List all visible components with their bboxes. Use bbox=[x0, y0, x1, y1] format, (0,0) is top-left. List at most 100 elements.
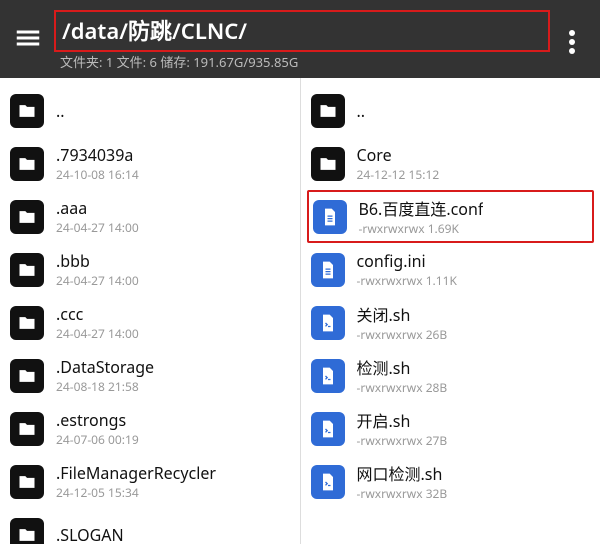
item-meta: 24-07-06 00:19 bbox=[56, 431, 139, 448]
folder-icon bbox=[17, 472, 37, 492]
item-meta: -rwxrwxrwx 28B bbox=[357, 379, 448, 396]
folder-icon bbox=[17, 313, 37, 333]
item-labels: Core24-12-12 15:12 bbox=[357, 144, 440, 183]
list-item[interactable]: .estrongs24-07-06 00:19 bbox=[6, 402, 294, 455]
document-icon bbox=[320, 207, 340, 227]
list-item[interactable]: .DataStorage24-08-18 21:58 bbox=[6, 349, 294, 402]
list-item[interactable]: Core24-12-12 15:12 bbox=[307, 137, 595, 190]
item-labels: config.ini-rwxrwxrwx 1.11K bbox=[357, 250, 457, 289]
item-labels: .bbb24-04-27 14:00 bbox=[56, 250, 139, 289]
overflow-button[interactable] bbox=[550, 20, 594, 64]
appbar: /data/防跳/CLNC/ 文件夹: 1 文件: 6 储存: 191.67G/… bbox=[0, 0, 600, 78]
list-item[interactable]: config.ini-rwxrwxrwx 1.11K bbox=[307, 243, 595, 296]
document-icon bbox=[318, 260, 338, 280]
item-meta: 24-04-27 14:00 bbox=[56, 219, 139, 236]
title-block: /data/防跳/CLNC/ 文件夹: 1 文件: 6 储存: 191.67G/… bbox=[54, 10, 550, 71]
folder-icon bbox=[318, 154, 338, 174]
list-item[interactable]: 检测.sh-rwxrwxrwx 28B bbox=[307, 349, 595, 402]
item-icon bbox=[10, 253, 44, 287]
folder-icon bbox=[17, 207, 37, 227]
path-text: /data/防跳/CLNC/ bbox=[62, 16, 247, 46]
list-item[interactable]: .aaa24-04-27 14:00 bbox=[6, 190, 294, 243]
item-labels: .SLOGAN bbox=[56, 524, 124, 544]
list-item[interactable]: .SLOGAN bbox=[6, 508, 294, 544]
list-item[interactable]: .. bbox=[6, 84, 294, 137]
item-icon bbox=[311, 306, 345, 340]
path-bar[interactable]: /data/防跳/CLNC/ bbox=[54, 10, 550, 52]
folder-icon bbox=[17, 101, 37, 121]
item-meta: -rwxrwxrwx 1.69K bbox=[359, 220, 484, 237]
item-labels: 检测.sh-rwxrwxrwx 28B bbox=[357, 355, 448, 396]
menu-button[interactable] bbox=[6, 16, 50, 60]
folder-icon bbox=[17, 154, 37, 174]
item-name: .bbb bbox=[56, 250, 139, 272]
folder-icon bbox=[17, 525, 37, 544]
item-name: Core bbox=[357, 144, 440, 166]
item-icon bbox=[311, 94, 345, 128]
item-icon bbox=[10, 465, 44, 499]
item-labels: .FileManagerRecycler24-12-05 15:34 bbox=[56, 462, 216, 501]
item-name: .. bbox=[56, 100, 65, 122]
item-meta: -rwxrwxrwx 26B bbox=[357, 326, 448, 343]
right-pane[interactable]: ..Core24-12-12 15:12B6.百度直连.conf-rwxrwxr… bbox=[301, 78, 600, 544]
list-item[interactable]: 网口检测.sh-rwxrwxrwx 32B bbox=[307, 455, 595, 508]
folder-icon bbox=[318, 101, 338, 121]
item-name: .aaa bbox=[56, 197, 139, 219]
item-icon bbox=[311, 253, 345, 287]
item-icon bbox=[10, 200, 44, 234]
list-item[interactable]: .bbb24-04-27 14:00 bbox=[6, 243, 294, 296]
item-icon bbox=[311, 147, 345, 181]
status-text: 文件夹: 1 文件: 6 储存: 191.67G/935.85G bbox=[54, 52, 550, 71]
item-icon bbox=[311, 412, 345, 446]
item-meta: -rwxrwxrwx 32B bbox=[357, 485, 448, 502]
item-icon bbox=[10, 94, 44, 128]
list-item[interactable]: .ccc24-04-27 14:00 bbox=[6, 296, 294, 349]
left-pane[interactable]: ...7934039a24-10-08 16:14.aaa24-04-27 14… bbox=[0, 78, 301, 544]
item-name: .. bbox=[357, 100, 366, 122]
item-icon bbox=[10, 306, 44, 340]
item-labels: 网口检测.sh-rwxrwxrwx 32B bbox=[357, 461, 448, 502]
menu-icon bbox=[13, 23, 43, 53]
script-icon bbox=[318, 472, 338, 492]
item-labels: .. bbox=[56, 100, 65, 122]
item-icon bbox=[311, 465, 345, 499]
list-item[interactable]: .7934039a24-10-08 16:14 bbox=[6, 137, 294, 190]
script-icon bbox=[318, 419, 338, 439]
item-name: 网口检测.sh bbox=[357, 461, 448, 485]
item-meta: 24-10-08 16:14 bbox=[56, 166, 139, 183]
item-name: .DataStorage bbox=[56, 356, 154, 378]
list-item[interactable]: 开启.sh-rwxrwxrwx 27B bbox=[307, 402, 595, 455]
item-name: .SLOGAN bbox=[56, 524, 124, 544]
item-meta: 24-08-18 21:58 bbox=[56, 378, 154, 395]
item-name: B6.百度直连.conf bbox=[359, 196, 484, 220]
list-item[interactable]: B6.百度直连.conf-rwxrwxrwx 1.69K bbox=[307, 190, 595, 243]
folder-icon bbox=[17, 419, 37, 439]
overflow-icon bbox=[569, 30, 575, 54]
list-item[interactable]: .. bbox=[307, 84, 595, 137]
item-name: .7934039a bbox=[56, 144, 139, 166]
list-item[interactable]: .FileManagerRecycler24-12-05 15:34 bbox=[6, 455, 294, 508]
item-meta: -rwxrwxrwx 27B bbox=[357, 432, 448, 449]
item-icon bbox=[10, 359, 44, 393]
item-icon bbox=[10, 147, 44, 181]
panes: ...7934039a24-10-08 16:14.aaa24-04-27 14… bbox=[0, 78, 600, 544]
list-item[interactable]: 关闭.sh-rwxrwxrwx 26B bbox=[307, 296, 595, 349]
item-meta: 24-04-27 14:00 bbox=[56, 272, 139, 289]
item-labels: .estrongs24-07-06 00:19 bbox=[56, 409, 139, 448]
item-name: .ccc bbox=[56, 303, 139, 325]
script-icon bbox=[318, 313, 338, 333]
item-labels: 开启.sh-rwxrwxrwx 27B bbox=[357, 408, 448, 449]
item-labels: .aaa24-04-27 14:00 bbox=[56, 197, 139, 236]
item-name: 检测.sh bbox=[357, 355, 448, 379]
item-icon bbox=[311, 359, 345, 393]
folder-icon bbox=[17, 260, 37, 280]
item-name: 开启.sh bbox=[357, 408, 448, 432]
script-icon bbox=[318, 366, 338, 386]
item-meta: 24-12-05 15:34 bbox=[56, 484, 216, 501]
item-labels: 关闭.sh-rwxrwxrwx 26B bbox=[357, 302, 448, 343]
item-meta: -rwxrwxrwx 1.11K bbox=[357, 272, 457, 289]
item-labels: .7934039a24-10-08 16:14 bbox=[56, 144, 139, 183]
item-name: config.ini bbox=[357, 250, 457, 272]
item-meta: 24-04-27 14:00 bbox=[56, 325, 139, 342]
item-labels: B6.百度直连.conf-rwxrwxrwx 1.69K bbox=[359, 196, 484, 237]
